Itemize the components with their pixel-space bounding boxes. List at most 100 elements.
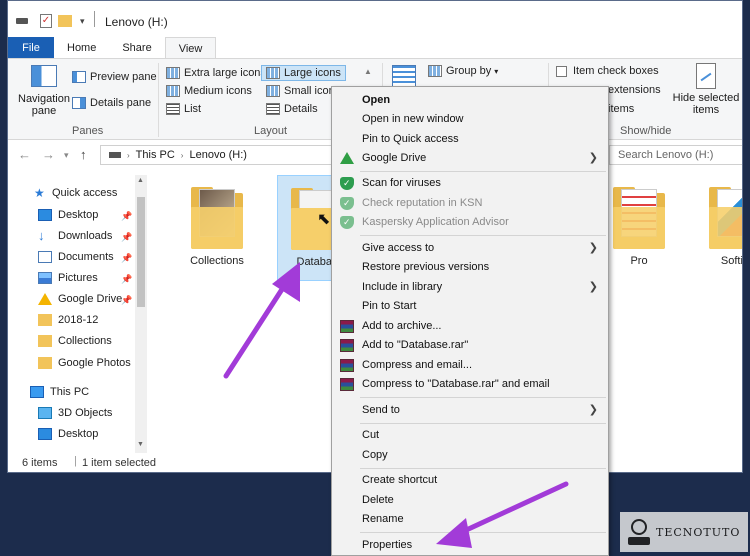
pin-icon[interactable]: 📌 bbox=[121, 253, 132, 264]
layout-large-icons[interactable]: Large icons bbox=[261, 65, 346, 81]
menu-cut[interactable]: Cut bbox=[332, 426, 608, 445]
preview-pane-label: Preview pane bbox=[90, 71, 157, 83]
menu-separator bbox=[360, 397, 606, 398]
scrollbar-thumb[interactable] bbox=[137, 197, 145, 307]
layout-details[interactable]: Details bbox=[266, 103, 318, 115]
nav-desktop-pc[interactable]: Desktop bbox=[38, 424, 98, 444]
recent-locations-icon[interactable]: ▾ bbox=[64, 150, 69, 161]
checkmark-icon[interactable]: ✓ bbox=[40, 14, 52, 28]
pin-icon[interactable]: 📌 bbox=[121, 211, 132, 222]
menu-compress-email[interactable]: Compress and email... bbox=[332, 356, 608, 375]
file-item-softies[interactable]: Softie bbox=[695, 187, 742, 267]
layout-scroll-up-icon[interactable]: ▲ bbox=[364, 67, 372, 76]
menu-label: Check reputation in KSN bbox=[362, 197, 483, 209]
preview-pane-button[interactable]: Preview pane bbox=[72, 71, 157, 83]
drive-icon[interactable] bbox=[16, 18, 28, 24]
navigation-pane-button[interactable]: Navigation pane bbox=[16, 65, 72, 117]
folder-icon[interactable] bbox=[58, 15, 72, 27]
nav-google-drive[interactable]: Google Drive bbox=[38, 289, 122, 309]
folder-icon bbox=[38, 357, 52, 369]
menu-copy[interactable]: Copy bbox=[332, 446, 608, 465]
desktop-icon bbox=[38, 428, 52, 440]
layout-group-label: Layout bbox=[254, 125, 288, 137]
customize-toolbar-icon[interactable]: ▾ bbox=[80, 16, 85, 27]
nav-item-label: 3D Objects bbox=[58, 407, 113, 419]
layout-list[interactable]: List bbox=[166, 103, 201, 115]
menu-include-library[interactable]: Include in library ❯ bbox=[332, 278, 608, 297]
details-pane-button[interactable]: Details pane bbox=[72, 97, 151, 109]
pin-icon[interactable]: 📌 bbox=[121, 295, 132, 306]
menu-compress-rar-email[interactable]: Compress to "Database.rar" and email bbox=[332, 375, 608, 394]
nav-documents[interactable]: Documents bbox=[38, 247, 114, 267]
search-input[interactable]: Search Lenovo (H:) bbox=[609, 145, 742, 165]
menu-add-database-rar[interactable]: Add to "Database.rar" bbox=[332, 336, 608, 355]
breadcrumb-this-pc[interactable]: This PC bbox=[136, 149, 175, 161]
large-icons-icon bbox=[266, 67, 280, 79]
scroll-down-icon[interactable]: ▼ bbox=[137, 441, 144, 448]
menu-add-archive[interactable]: Add to archive... bbox=[332, 317, 608, 336]
forward-arrow-icon[interactable]: → bbox=[42, 147, 55, 162]
file-item-collections[interactable]: Collections bbox=[177, 187, 257, 267]
ribbon-tabs: File Home Share View bbox=[8, 37, 742, 59]
nav-item-label: Collections bbox=[58, 335, 112, 347]
up-arrow-icon[interactable]: ↑ bbox=[80, 147, 87, 162]
nav-2018-12[interactable]: 2018-12 bbox=[38, 310, 98, 330]
nav-quick-access[interactable]: ★ Quick access bbox=[34, 183, 117, 203]
scroll-up-icon[interactable]: ▲ bbox=[137, 177, 144, 184]
menu-open-new-window[interactable]: Open in new window bbox=[332, 110, 608, 129]
layout-medium-icons[interactable]: Medium icons bbox=[166, 85, 252, 97]
menu-pin-quick-access[interactable]: Pin to Quick access bbox=[332, 130, 608, 149]
nav-google-photos[interactable]: Google Photos bbox=[38, 353, 131, 373]
menu-rename[interactable]: Rename bbox=[332, 510, 608, 529]
back-arrow-icon[interactable]: ← bbox=[18, 147, 31, 162]
pin-icon[interactable]: 📌 bbox=[121, 274, 132, 285]
nav-collections[interactable]: Collections bbox=[38, 331, 112, 351]
kaspersky-shield-icon bbox=[340, 197, 354, 210]
menu-delete[interactable]: Delete bbox=[332, 491, 608, 510]
status-divider: | bbox=[74, 455, 77, 467]
navigation-pane: ★ Quick access Desktop 📌 ↓ Downloads 📌 D… bbox=[8, 175, 148, 453]
file-item-pro[interactable]: Pro bbox=[599, 187, 679, 267]
menu-restore-versions[interactable]: Restore previous versions bbox=[332, 258, 608, 277]
nav-item-label: This PC bbox=[50, 386, 90, 398]
menu-label: Restore previous versions bbox=[362, 261, 490, 273]
menu-pin-start[interactable]: Pin to Start bbox=[332, 297, 608, 316]
ribbon-divider bbox=[158, 63, 159, 137]
menu-open[interactable]: Open bbox=[332, 91, 608, 110]
winrar-icon bbox=[340, 339, 354, 352]
nav-pane-scrollbar[interactable]: ▲ ▼ bbox=[135, 175, 147, 453]
nav-desktop[interactable]: Desktop bbox=[38, 205, 98, 225]
nav-this-pc[interactable]: This PC bbox=[30, 382, 89, 402]
menu-create-shortcut[interactable]: Create shortcut bbox=[332, 471, 608, 490]
pin-icon[interactable]: 📌 bbox=[121, 232, 132, 243]
nav-item-label: 2018-12 bbox=[58, 314, 99, 326]
tab-file[interactable]: File bbox=[8, 37, 54, 59]
nav-3d-objects[interactable]: 3D Objects bbox=[38, 403, 112, 423]
hidden-items-toggle[interactable]: items bbox=[608, 103, 634, 115]
menu-label: Cut bbox=[362, 429, 380, 441]
menu-scan-viruses[interactable]: Scan for viruses bbox=[332, 174, 608, 193]
menu-properties[interactable]: Properties bbox=[332, 536, 608, 555]
tab-view[interactable]: View bbox=[164, 37, 217, 59]
tab-share[interactable]: Share bbox=[109, 37, 164, 59]
menu-send-to[interactable]: Send to ❯ bbox=[332, 401, 608, 420]
menu-separator bbox=[360, 423, 606, 424]
file-name-extensions-toggle[interactable]: extensions bbox=[608, 84, 661, 96]
menu-google-drive[interactable]: Google Drive ❯ bbox=[332, 149, 608, 168]
nav-downloads[interactable]: ↓ Downloads bbox=[38, 226, 112, 246]
menu-label: Open in new window bbox=[362, 113, 464, 125]
kaspersky-shield-icon bbox=[340, 177, 354, 190]
layout-small-icons[interactable]: Small icons bbox=[266, 85, 340, 97]
chevron-down-icon: ▾ bbox=[494, 66, 499, 76]
group-by-button[interactable]: Group by ▾ bbox=[428, 65, 498, 77]
address-bar[interactable]: › This PC › Lenovo (H:) bbox=[100, 145, 332, 165]
nav-pictures[interactable]: Pictures bbox=[38, 268, 98, 288]
menu-give-access[interactable]: Give access to ❯ bbox=[332, 239, 608, 258]
chevron-right-icon: ❯ bbox=[588, 404, 598, 416]
hide-selected-items-button[interactable]: Hide selected items bbox=[672, 63, 740, 116]
layout-extra-large-icons[interactable]: Extra large icons bbox=[166, 67, 266, 79]
breadcrumb-lenovo[interactable]: Lenovo (H:) bbox=[189, 149, 246, 161]
menu-kaspersky-advisor: Kaspersky Application Advisor bbox=[332, 213, 608, 232]
item-check-boxes-toggle[interactable]: Item check boxes bbox=[556, 65, 659, 77]
tab-home[interactable]: Home bbox=[54, 37, 109, 59]
